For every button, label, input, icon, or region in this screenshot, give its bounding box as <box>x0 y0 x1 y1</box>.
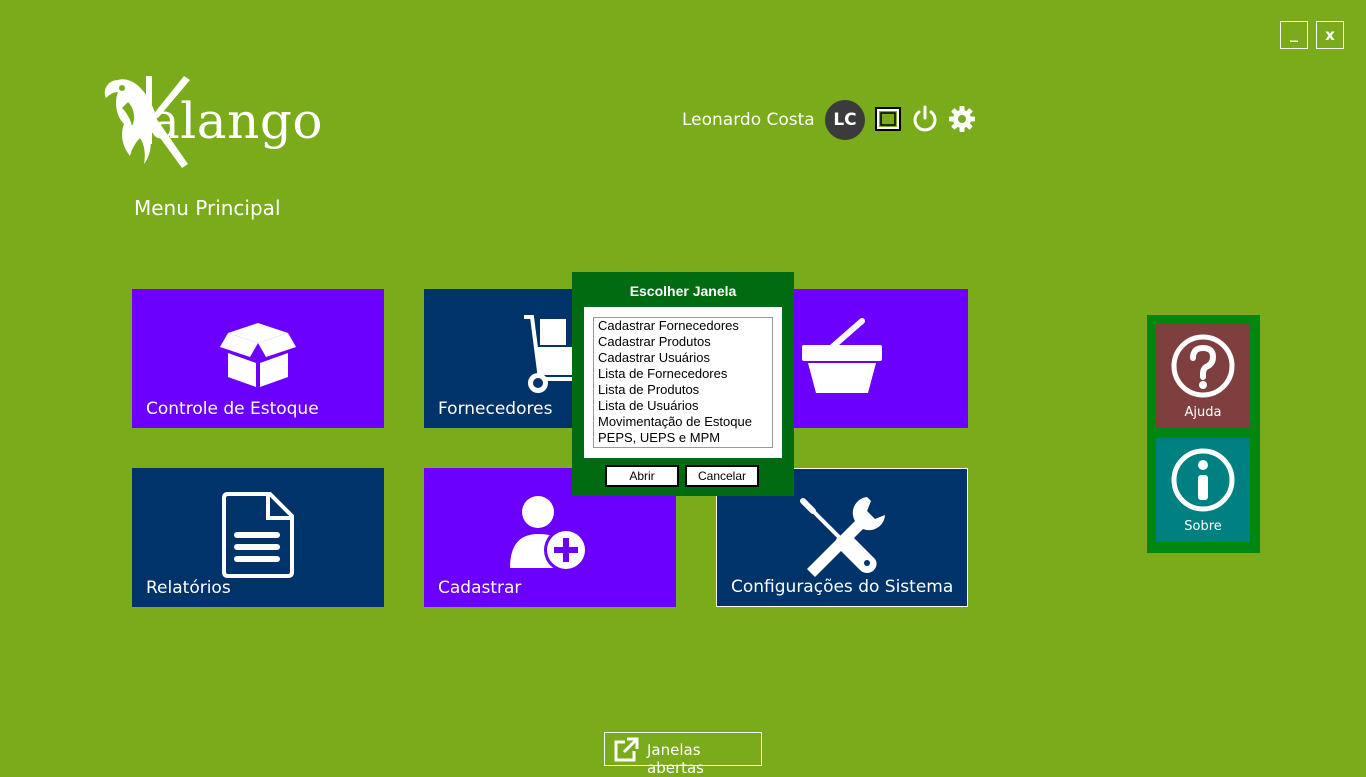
cancel-button[interactable]: Cancelar <box>685 465 759 487</box>
hand-truck-icon <box>524 315 574 393</box>
list-item[interactable]: Cadastrar Fornecedores <box>598 318 772 334</box>
tools-icon <box>800 497 885 577</box>
window-listbox[interactable]: Cadastrar Fornecedores Cadastrar Produto… <box>593 317 773 448</box>
close-button[interactable]: x <box>1316 21 1344 49</box>
document-icon <box>222 492 294 578</box>
gear-icon[interactable] <box>948 105 976 133</box>
open-button[interactable]: Abrir <box>605 465 679 487</box>
tile-controle-estoque[interactable]: Controle de Estoque <box>132 289 384 428</box>
choose-window-dialog: Escolher Janela Cadastrar Fornecedores C… <box>572 272 794 496</box>
tile-label: Configurações do Sistema <box>731 577 954 597</box>
open-windows-button[interactable]: Janelas abertas <box>604 732 762 777</box>
power-icon[interactable] <box>911 105 939 133</box>
basket-icon <box>802 318 882 393</box>
user-name: Leonardo Costa <box>682 110 815 130</box>
list-container: Cadastrar Fornecedores Cadastrar Produto… <box>584 307 782 458</box>
tile-label: Controle de Estoque <box>146 399 319 419</box>
avatar[interactable]: LC <box>825 100 865 140</box>
list-item[interactable]: Cadastrar Produtos <box>598 334 772 350</box>
list-item[interactable]: PEPS, UEPS e MPM <box>598 430 772 446</box>
help-label: Ajuda <box>1184 405 1222 420</box>
fullscreen-icon[interactable] <box>874 105 902 133</box>
info-icon <box>1171 448 1235 512</box>
open-windows-label: Janelas abertas <box>647 741 704 777</box>
minimize-button[interactable]: _ <box>1280 21 1308 49</box>
add-user-icon <box>510 496 588 572</box>
list-item[interactable]: Lista de Produtos <box>598 382 772 398</box>
list-item[interactable]: Cadastrar Usuários <box>598 350 772 366</box>
question-icon <box>1171 334 1235 398</box>
list-item[interactable]: Lista de Usuários <box>598 398 772 414</box>
tile-relatorios[interactable]: Relatórios <box>132 468 384 607</box>
tile-label: Cadastrar <box>438 578 522 598</box>
help-tile[interactable]: Ajuda <box>1156 324 1250 428</box>
about-label: Sobre <box>1184 519 1222 534</box>
tile-label: Relatórios <box>146 578 231 598</box>
list-item[interactable]: Lista de Fornecedores <box>598 366 772 382</box>
open-box-icon <box>220 323 296 387</box>
dialog-title: Escolher Janela <box>629 283 737 299</box>
about-tile[interactable]: Sobre <box>1156 438 1250 542</box>
side-panel: Ajuda Sobre <box>1147 315 1260 553</box>
tile-label: Fornecedores <box>438 399 553 419</box>
external-window-icon <box>614 737 639 762</box>
page-title: Menu Principal <box>134 196 281 220</box>
logo-text: alango <box>150 92 323 150</box>
list-item[interactable]: Movimentação de Estoque <box>598 414 772 430</box>
